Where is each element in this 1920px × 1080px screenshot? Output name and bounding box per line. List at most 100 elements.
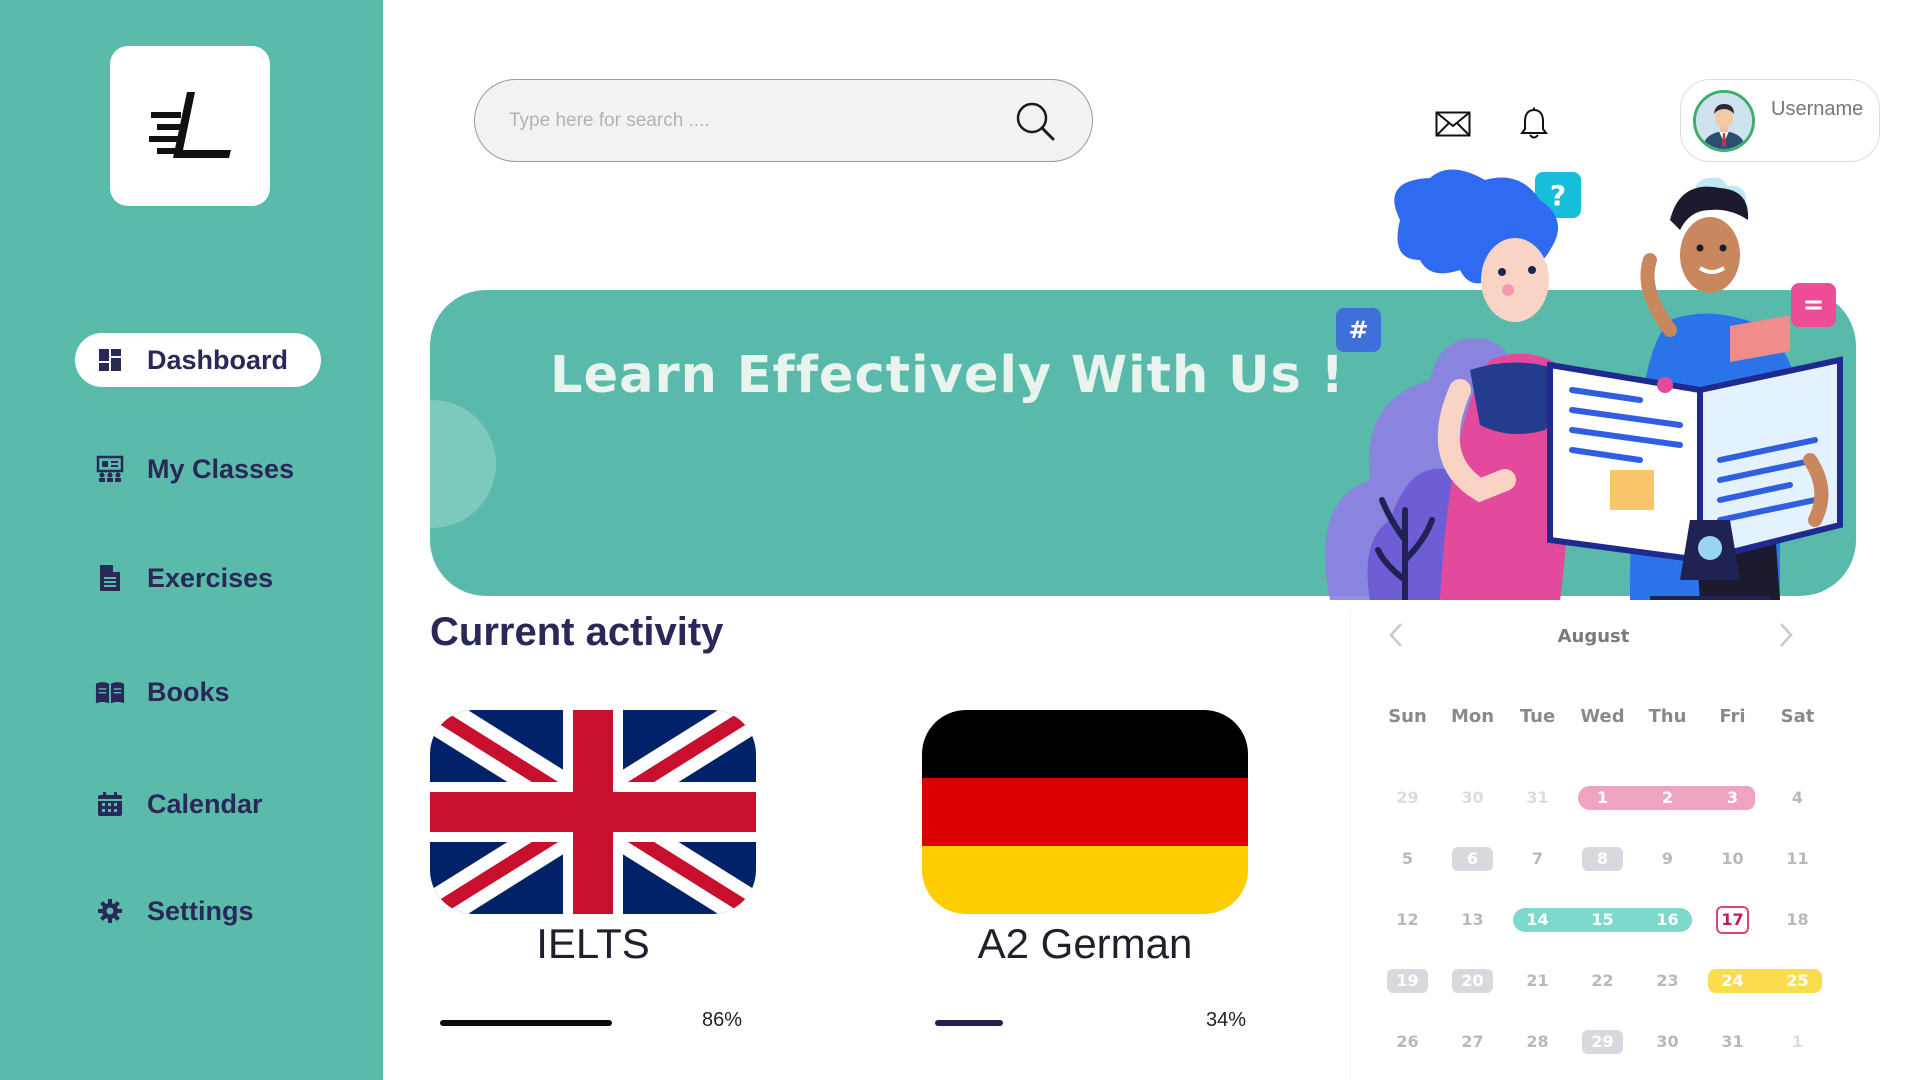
calendar-day-label: 8 [1596, 849, 1609, 868]
calendar-day-label: 24 [1721, 971, 1744, 990]
weekday-header: Sun [1388, 706, 1427, 727]
calendar-day[interactable]: 30 [1440, 767, 1505, 828]
calendar-day[interactable]: 5 [1375, 828, 1440, 889]
calendar-day-label: 5 [1401, 849, 1414, 868]
calendar-day-label: 9 [1661, 849, 1674, 868]
calendar-day-label: 18 [1786, 910, 1809, 929]
calendar-day[interactable]: 1 [1765, 1011, 1830, 1072]
calendar-day-label: 3 [1726, 788, 1739, 807]
calendar-day[interactable]: 14 [1505, 889, 1570, 950]
app-logo[interactable] [110, 46, 270, 206]
calendar-day-label: 26 [1396, 1032, 1419, 1051]
calendar-day[interactable]: 1 [1570, 767, 1635, 828]
calendar-day-label: 21 [1526, 971, 1549, 990]
sidebar-item-calendar[interactable]: Calendar [75, 777, 321, 831]
calendar-day-label: 29 [1396, 788, 1419, 807]
calendar-day-label: 27 [1461, 1032, 1484, 1051]
sidebar-item-label: Exercises [147, 562, 274, 593]
calendar-day[interactable]: 18 [1765, 889, 1830, 950]
calendar-day[interactable]: 15 [1570, 889, 1635, 950]
calendar-day-label: 23 [1656, 971, 1679, 990]
calendar-day[interactable]: 17 [1700, 889, 1765, 950]
calendar-day[interactable]: 31 [1700, 1011, 1765, 1072]
calendar-day[interactable]: 13 [1440, 889, 1505, 950]
calendar-day[interactable]: 19 [1375, 950, 1440, 1011]
calendar-day[interactable]: 8 [1570, 828, 1635, 889]
course-card-a2-german[interactable]: A2 German [922, 710, 1248, 967]
calendar-day[interactable]: 9 [1635, 828, 1700, 889]
progress-value: 34% [1206, 1009, 1247, 1031]
calendar-icon [95, 789, 125, 819]
sidebar-item-label: Settings [147, 895, 254, 926]
document-icon [95, 563, 125, 593]
sidebar-item-dashboard[interactable]: Dashboard [75, 333, 321, 387]
calendar-day-label: 30 [1461, 788, 1484, 807]
calendar-day-label: 11 [1786, 849, 1809, 868]
calendar-day[interactable]: 23 [1635, 950, 1700, 1011]
search-bar [474, 79, 1093, 162]
username-label: Username [1771, 98, 1864, 120]
calendar-day-label: 10 [1721, 849, 1744, 868]
sidebar-item-books[interactable]: Books [75, 665, 321, 719]
calendar-grid: Sun Mon Tue Wed Thu Fri Sat 29 30 31 1 2 3 4 5 6 7 8 9 10 11… [1375, 706, 1830, 1072]
calendar-day[interactable]: 29 [1570, 1011, 1635, 1072]
calendar-day[interactable]: 21 [1505, 950, 1570, 1011]
progress-value: 86% [702, 1009, 743, 1031]
gear-icon [95, 896, 125, 926]
progress-bar-a2-german [935, 1020, 1003, 1026]
calendar-day[interactable]: 12 [1375, 889, 1440, 950]
sidebar-item-my-classes[interactable]: My Classes [75, 442, 321, 496]
sidebar: Dashboard My Classes Exercises Books Cal [0, 0, 383, 1080]
calendar-day[interactable]: 25 [1765, 950, 1830, 1011]
sidebar-item-label: Calendar [147, 788, 263, 819]
bell-icon[interactable] [1514, 104, 1554, 144]
weekday-header: Mon [1450, 706, 1495, 727]
calendar-day-label: 31 [1526, 788, 1549, 807]
user-profile-button[interactable]: Username [1680, 79, 1880, 162]
calendar-day-label: 31 [1721, 1032, 1744, 1051]
calendar-day[interactable]: 16 [1635, 889, 1700, 950]
calendar-day-label: 25 [1786, 971, 1809, 990]
course-card-ielts[interactable]: IELTS [430, 710, 756, 967]
calendar-day[interactable]: 20 [1440, 950, 1505, 1011]
calendar-day[interactable]: 7 [1505, 828, 1570, 889]
calendar-widget: August Sun Mon Tue Wed Thu Fri Sat 29 30 31 1 2 3 4 5 6… [1350, 612, 1822, 1080]
sidebar-item-label: My Classes [147, 453, 295, 484]
sidebar-item-settings[interactable]: Settings [75, 884, 321, 938]
mail-icon[interactable] [1433, 104, 1473, 144]
chevron-right-icon[interactable] [1771, 620, 1801, 650]
calendar-day[interactable]: 27 [1440, 1011, 1505, 1072]
calendar-day[interactable]: 26 [1375, 1011, 1440, 1072]
calendar-day-label: 17 [1721, 910, 1744, 929]
calendar-day[interactable]: 6 [1440, 828, 1505, 889]
calendar-day[interactable]: 30 [1635, 1011, 1700, 1072]
calendar-day[interactable]: 22 [1570, 950, 1635, 1011]
calendar-day[interactable]: 11 [1765, 828, 1830, 889]
calendar-day[interactable]: 28 [1505, 1011, 1570, 1072]
calendar-day-label: 16 [1656, 910, 1679, 929]
calendar-day-label: 22 [1591, 971, 1614, 990]
sidebar-item-label: Dashboard [147, 344, 289, 375]
banner-title: Learn Effectively With Us ! [550, 346, 1345, 405]
learning-people-illustration [1325, 169, 1843, 600]
calendar-day-label: 13 [1461, 910, 1484, 929]
calendar-day-label: 12 [1396, 910, 1419, 929]
calendar-day[interactable]: 2 [1635, 767, 1700, 828]
calendar-day[interactable]: 31 [1505, 767, 1570, 828]
calendar-day[interactable]: 29 [1375, 767, 1440, 828]
uk-flag[interactable] [430, 710, 756, 914]
search-input[interactable] [509, 109, 1014, 132]
book-icon [95, 677, 125, 707]
calendar-day[interactable]: 24 [1700, 950, 1765, 1011]
calendar-month: August [1557, 626, 1630, 647]
weekday-header: Sat [1780, 706, 1815, 727]
calendar-day-label: 14 [1526, 910, 1549, 929]
calendar-day[interactable]: 3 [1700, 767, 1765, 828]
search-icon[interactable] [1014, 100, 1056, 142]
sidebar-item-exercises[interactable]: Exercises [75, 551, 321, 605]
calendar-day[interactable]: 4 [1765, 767, 1830, 828]
weekday-header: Thu [1648, 706, 1687, 727]
dashboard-page: Dashboard My Classes Exercises Books Cal [0, 0, 1920, 1080]
calendar-day[interactable]: 10 [1700, 828, 1765, 889]
germany-flag[interactable] [922, 710, 1248, 914]
